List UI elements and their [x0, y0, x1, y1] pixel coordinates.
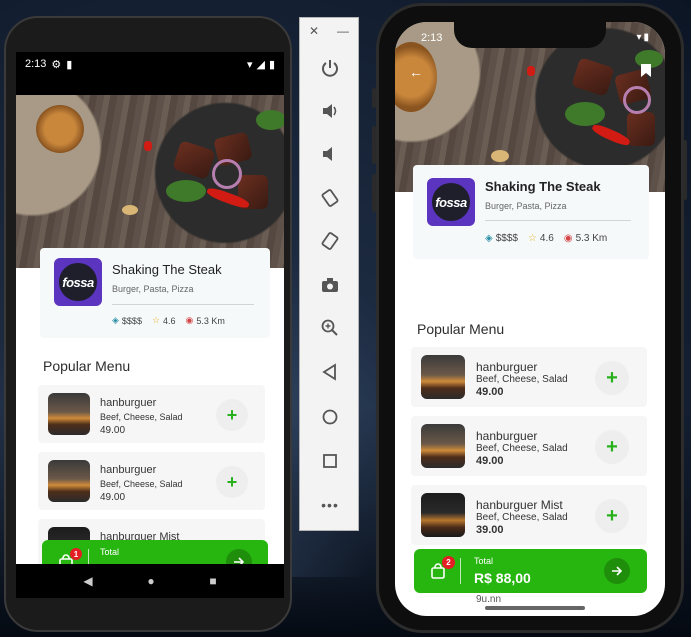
total-label: Total: [100, 547, 120, 557]
add-item-button[interactable]: +: [216, 466, 248, 498]
restaurant-name: Shaking The Steak: [485, 179, 601, 194]
restaurant-tags: Burger, Pasta, Pizza: [112, 284, 194, 294]
back-arrow-button[interactable]: ←: [409, 64, 423, 80]
camera-icon[interactable]: [316, 271, 344, 299]
sd-card-icon: ▮: [66, 58, 73, 71]
restaurant-tags: Burger, Pasta, Pizza: [485, 201, 567, 211]
back-icon[interactable]: ◀: [83, 574, 92, 588]
restaurant-meta: ◈ $$$$ ☆ 4.6 ◉ 5.3 Km: [485, 233, 607, 244]
menu-item[interactable]: hanburguer Beef, Cheese, Salad 49.00 +: [38, 452, 265, 510]
rotate-left-icon[interactable]: [316, 184, 344, 212]
cart-bar[interactable]: 2 Total R$ 88,00: [414, 549, 647, 593]
burger-image: [48, 393, 90, 435]
ios-simulator: 2:13 ▾▮ ← fossa Shaking The Steak Burger…: [376, 3, 684, 633]
add-item-button[interactable]: +: [595, 361, 629, 395]
menu-item[interactable]: hanburguer Beef, Cheese, Salad 49.00 +: [411, 416, 647, 476]
close-icon[interactable]: ✕: [309, 24, 319, 38]
add-item-button[interactable]: +: [216, 399, 248, 431]
signal-icon: ◢: [256, 58, 265, 71]
ios-screen: 2:13 ▾▮ ← fossa Shaking The Steak Burger…: [395, 22, 665, 616]
popular-menu-title: Popular Menu: [43, 358, 131, 374]
restaurant-hero-image: [16, 95, 284, 268]
total-label: Total: [474, 556, 494, 566]
rating-value: 4.6: [539, 233, 554, 244]
volume-down-icon[interactable]: [316, 140, 344, 168]
rating-value: 4.6: [163, 315, 176, 326]
rotate-right-icon[interactable]: [316, 227, 344, 255]
settings-icon: ⚙: [51, 58, 62, 71]
star-icon: ☆: [527, 233, 537, 244]
price-tag-icon: ◈: [485, 233, 493, 244]
menu-item[interactable]: hanburguer Beef, Cheese, Salad 49.00 +: [38, 385, 265, 443]
add-item-button[interactable]: +: [595, 430, 629, 464]
restaurant-logo: fossa: [54, 258, 102, 306]
location-pin-icon: ◉: [563, 233, 573, 244]
menu-item[interactable]: hanburguer Mist Beef, Cheese, Salad 39.0…: [411, 485, 647, 545]
add-item-button[interactable]: +: [595, 499, 629, 533]
cart-count-badge: 1: [70, 548, 82, 560]
checkout-arrow-button[interactable]: [604, 558, 630, 584]
total-value: R$ 88,00: [474, 570, 531, 586]
bookmark-button[interactable]: [641, 64, 651, 80]
home-indicator[interactable]: [485, 606, 585, 610]
distance-value: 5.3 Km: [575, 233, 608, 244]
status-time: 2:13: [421, 32, 443, 44]
battery-icon: ▮: [268, 58, 275, 71]
burger-image: [421, 493, 465, 537]
restaurant-card: fossa Shaking The Steak Burger, Pasta, P…: [40, 248, 270, 338]
burger-image: [48, 460, 90, 502]
battery-icon: ▮: [643, 32, 651, 43]
price-tag-icon: ◈: [112, 315, 119, 325]
android-emulator: 2:13 ⚙ ▮ ▾ ◢ ▮ fossa Shaking The Steak B…: [4, 16, 292, 632]
restaurant-name: Shaking The Steak: [112, 262, 222, 277]
cart-count-badge: 2: [442, 556, 455, 569]
menu-item[interactable]: hanburguer Beef, Cheese, Salad 49.00 +: [411, 347, 647, 407]
price-level: $$$$: [495, 233, 518, 244]
minimize-icon[interactable]: —: [337, 24, 349, 38]
power-icon[interactable]: [316, 54, 344, 82]
next-item-price-peek: 9u.nn: [476, 594, 502, 605]
overview-icon[interactable]: [316, 447, 344, 475]
status-time: 2:13: [25, 58, 47, 70]
android-screen: 2:13 ⚙ ▮ ▾ ◢ ▮ fossa Shaking The Steak B…: [16, 52, 284, 598]
android-status-bar: 2:13 ⚙ ▮ ▾ ◢ ▮: [16, 52, 284, 76]
home-icon[interactable]: ●: [147, 574, 154, 588]
zoom-icon[interactable]: [316, 314, 344, 342]
burger-image: [421, 424, 465, 468]
restaurant-card: fossa Shaking The Steak Burger, Pasta, P…: [413, 165, 649, 259]
home-icon[interactable]: [316, 403, 344, 431]
volume-up-icon[interactable]: [316, 97, 344, 125]
star-icon: ☆: [151, 315, 161, 325]
overview-icon[interactable]: ■: [209, 574, 216, 588]
distance-value: 5.3 Km: [196, 315, 225, 326]
emulator-toolbar: ✕ — •••: [299, 17, 359, 531]
back-icon[interactable]: [316, 358, 344, 386]
burger-image: [421, 355, 465, 399]
location-pin-icon: ◉: [185, 315, 194, 325]
more-icon[interactable]: •••: [316, 491, 344, 519]
restaurant-logo: fossa: [427, 178, 475, 226]
restaurant-meta: ◈ $$$$ ☆ 4.6 ◉ 5.3 Km: [112, 315, 225, 326]
wifi-icon: ▾: [246, 58, 253, 71]
popular-menu-title: Popular Menu: [417, 321, 505, 337]
price-level: $$$$: [121, 315, 142, 326]
android-navigation-bar: ◀ ● ■: [16, 564, 284, 598]
